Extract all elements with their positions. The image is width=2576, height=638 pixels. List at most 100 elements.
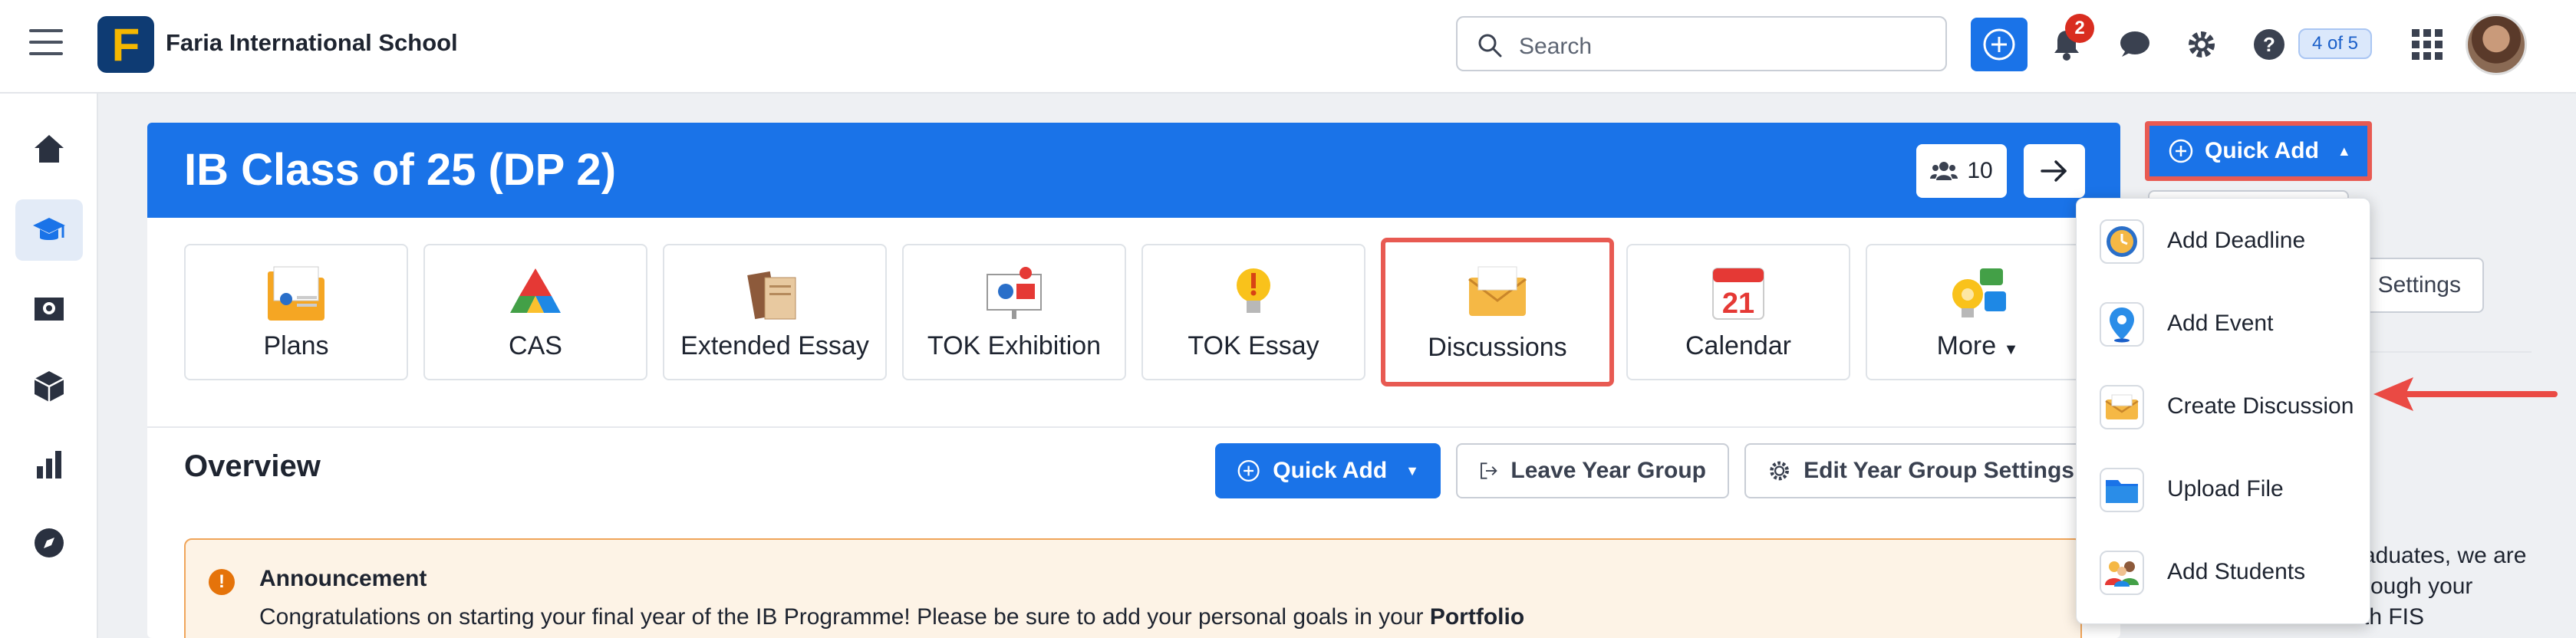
calendar-icon: 21 [1712, 268, 1764, 320]
portfolio-link[interactable]: Portfolio [1430, 604, 1524, 630]
menu-item-label: Upload File [2167, 476, 2284, 502]
class-card: IB Class of 25 (DP 2) 10 Plans CAS Exten… [147, 123, 2120, 638]
grid-apps-icon [2412, 29, 2443, 60]
tile-plans[interactable]: Plans [184, 244, 408, 380]
more-icon [1952, 268, 2006, 317]
menu-item-upload-file[interactable]: Upload File [2077, 447, 2371, 530]
arrow-right-icon [2041, 160, 2067, 182]
hamburger-menu-icon[interactable] [29, 29, 63, 57]
user-avatar[interactable] [2466, 14, 2527, 75]
quick-add-button[interactable]: Quick Add ▲ [2145, 121, 2372, 181]
leave-year-group-button[interactable]: Leave Year Group [1456, 443, 1729, 498]
top-bar: F Faria International School Search 2 ? … [0, 0, 2576, 94]
tile-label: Discussions [1428, 333, 1567, 362]
users-icon [1930, 162, 1958, 180]
sidebar-item-classes[interactable] [15, 199, 83, 261]
quick-add-label: Quick Add [1273, 458, 1388, 483]
class-header: IB Class of 25 (DP 2) 10 [147, 123, 2120, 218]
settings-button[interactable] [2183, 26, 2220, 63]
chat-bubble-icon [2120, 31, 2149, 57]
right-panel-text-line3: th FIS [2363, 604, 2425, 630]
announcement-body: Congratulations on starting your final y… [259, 604, 1524, 630]
tile-extended-essay[interactable]: Extended Essay [663, 244, 887, 380]
tile-label: TOK Essay [1188, 331, 1319, 360]
member-count: 10 [1967, 158, 1993, 183]
plus-circle-icon [2169, 139, 2193, 163]
sidebar-item-portfolio[interactable] [15, 278, 83, 339]
svg-text:?: ? [2263, 33, 2275, 56]
annotation-arrow [2373, 377, 2558, 411]
class-title: IB Class of 25 (DP 2) [184, 145, 617, 195]
divider [147, 426, 2120, 428]
logo-letter: F [111, 18, 140, 71]
tok-exhibition-icon [987, 267, 1042, 319]
global-add-button[interactable] [1971, 18, 2028, 71]
sidebar-item-reports[interactable] [15, 434, 83, 495]
sidebar-item-explore[interactable] [15, 512, 83, 574]
home-icon [35, 135, 64, 163]
tile-cas[interactable]: CAS [423, 244, 647, 380]
discussions-icon [1468, 266, 1527, 316]
help-progress-badge[interactable]: 4 of 5 [2298, 28, 2372, 59]
members-button[interactable]: 10 [1916, 144, 2007, 198]
bar-chart-icon [37, 451, 61, 479]
gear-icon [1770, 461, 1789, 481]
plus-circle-icon [1237, 459, 1260, 482]
open-class-button[interactable] [2024, 144, 2085, 198]
announcement-banner: ! Announcement Congratulations on starti… [184, 538, 2082, 638]
notification-count-badge: 2 [2065, 14, 2094, 43]
tile-tok-essay[interactable]: TOK Essay [1141, 244, 1365, 380]
graduation-cap-icon [33, 218, 65, 240]
overview-title: Overview [184, 449, 321, 483]
tile-discussions[interactable]: Discussions [1381, 238, 1614, 386]
menu-item-label: Add Event [2167, 311, 2274, 336]
sidebar-item-home[interactable] [15, 118, 83, 179]
cas-icon [510, 268, 561, 313]
more-label: More [1936, 331, 1997, 360]
sidebar-item-resources[interactable] [15, 356, 83, 417]
exit-icon [1481, 462, 1497, 479]
tile-label: Extended Essay [680, 331, 869, 360]
menu-item-create-discussion[interactable]: Create Discussion [2077, 364, 2371, 447]
search-input[interactable]: Search [1456, 16, 1947, 71]
tile-label: CAS [509, 331, 562, 360]
plans-icon [268, 266, 324, 321]
apps-button[interactable] [2409, 26, 2446, 63]
tile-label: More ▼ [1867, 331, 2088, 361]
school-name[interactable]: Faria International School [166, 29, 458, 57]
tile-tok-exhibition[interactable]: TOK Exhibition [902, 244, 1126, 380]
announcement-body-text: Congratulations on starting your final y… [259, 604, 1430, 630]
search-icon [1478, 34, 1502, 58]
leave-label: Leave Year Group [1510, 458, 1706, 483]
menu-item-add-event[interactable]: Add Event [2077, 281, 2371, 364]
caret-down-icon: ▼ [2003, 341, 2019, 358]
search-placeholder: Search [1519, 34, 1593, 59]
caret-up-icon: ▲ [2337, 143, 2351, 159]
folder-icon [2100, 468, 2144, 512]
cube-icon [34, 371, 64, 402]
right-panel-text-line1: aduates, we are [2363, 543, 2527, 568]
help-button[interactable]: ? [2251, 26, 2288, 63]
messages-button[interactable] [2116, 26, 2153, 63]
quick-add-dropdown: Add Deadline Add Event Create Discussion… [2076, 198, 2370, 624]
tile-label: Calendar [1685, 331, 1791, 360]
edit-label: Edit Year Group Settings [1804, 458, 2074, 483]
right-panel-settings-label: Settings [2377, 272, 2461, 298]
tok-essay-icon [1237, 268, 1270, 313]
exclamation-icon: ! [209, 569, 235, 595]
overview-quick-add-button[interactable]: Quick Add ▼ [1215, 443, 1441, 498]
announcement-title: Announcement [259, 566, 427, 591]
menu-item-add-deadline[interactable]: Add Deadline [2077, 199, 2371, 281]
portfolio-icon [35, 298, 64, 321]
school-logo[interactable]: F [97, 16, 154, 73]
tile-more[interactable]: More ▼ [1866, 244, 2090, 380]
tile-label: Plans [263, 331, 329, 360]
people-icon [2100, 551, 2144, 595]
edit-year-group-settings-button[interactable]: Edit Year Group Settings [1744, 443, 2097, 498]
menu-item-label: Add Deadline [2167, 228, 2306, 253]
svg-text:21: 21 [1722, 288, 1754, 320]
clock-icon [2100, 219, 2144, 264]
menu-item-add-students[interactable]: Add Students [2077, 530, 2371, 613]
gear-icon [2189, 31, 2215, 58]
tile-calendar[interactable]: 21 Calendar [1626, 244, 1850, 380]
